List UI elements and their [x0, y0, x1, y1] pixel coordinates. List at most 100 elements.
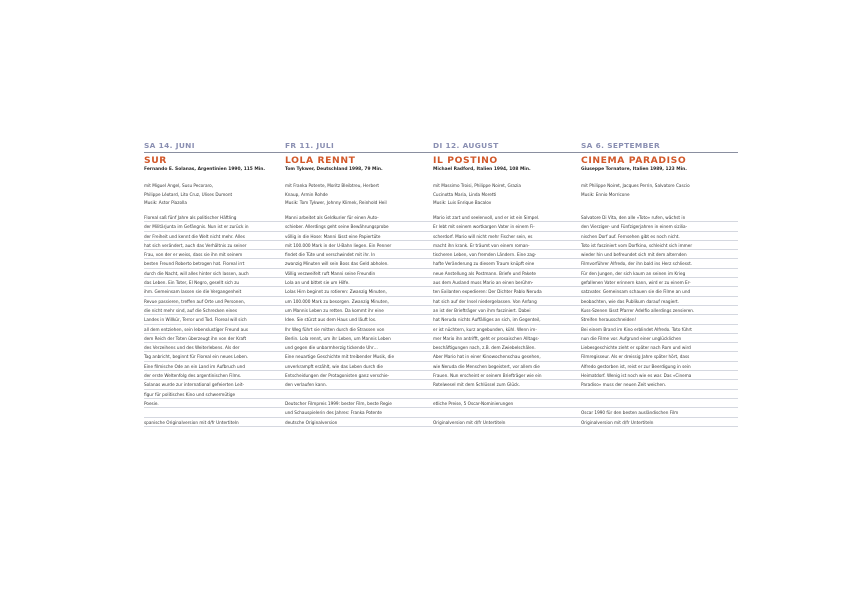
- film-description-cinema-paradiso: Salvatore Di Vita, den alle «Toto» rufen…: [581, 213, 738, 427]
- description-line: Deutscher Filmpreis 1999: bester Film, b…: [285, 399, 435, 409]
- film-column-lola-rennt: FR 11. JULI LOLA RENNT Tom Tykwer, Deuts…: [285, 140, 419, 208]
- film-column-sur: SA 14. JUNI SUR Fernando E. Solanas, Arg…: [144, 140, 278, 208]
- screening-date: SA 6. SEPTEMBER: [581, 141, 660, 150]
- description-line: Mario ist zart und seelenvoll, und er is…: [433, 213, 583, 223]
- description-line: Originalversion mit d/fr Untertiteln: [581, 418, 738, 427]
- description-line: nischen Dorf auf. Fernsehen gibt es noch…: [581, 232, 738, 241]
- description-line: spanische Originalversion mit d/fr Unter…: [144, 418, 294, 427]
- description-line: etliche Preise, 5 Oscar-Nominierungen: [433, 399, 583, 409]
- description-line: Poesie.: [144, 399, 294, 409]
- film-description-il-postino: Mario ist zart und seelenvoll, und er is…: [433, 213, 583, 427]
- description-line: um Mannis Leben zu retten. Da kommt ihr …: [285, 306, 435, 316]
- description-line: neue Anstellung als Postmann. Briefe und…: [433, 269, 583, 279]
- description-line: Bei einem Brand im Kino erblindet Alfred…: [581, 325, 738, 334]
- screening-date: FR 11. JULI: [285, 141, 335, 150]
- description-line: hat Neruda nichts Auffälliges an sich, i…: [433, 315, 583, 325]
- description-line: [581, 390, 738, 399]
- description-line: die nicht mehr sind, auf die Schrecken e…: [144, 306, 294, 316]
- description-line: Solanas wurde zur international gefeiert…: [144, 380, 294, 390]
- description-line: Eine filmische Ode an ein Land im Aufbru…: [144, 362, 294, 372]
- film-meta: Tom Tykwer, Deutschland 1998, 79 Min.: [285, 167, 383, 172]
- description-line: Völlig verzweifelt ruft Manni seine Freu…: [285, 269, 435, 279]
- film-description-sur: Floreal saß fünf Jahre als politischer H…: [144, 213, 294, 427]
- description-line: Paradiso» muss der neuen Zeit weichen.: [581, 380, 738, 390]
- film-meta: Giuseppe Tornatore, Italien 1989, 123 Mi…: [581, 167, 687, 172]
- film-description-lola-rennt: Manni arbeitet als Geldkurier für einen …: [285, 213, 435, 427]
- description-line: gefallenen Vater erinnern kann, wird er …: [581, 278, 738, 288]
- description-line: hafte Veränderung zu diesem Traum knüpft…: [433, 259, 583, 269]
- description-line: zwanzig Minuten will sein Boss das Geld …: [285, 259, 435, 269]
- film-title: LOLA RENNT: [285, 155, 356, 166]
- description-line: den verlaufen kann.: [285, 380, 435, 390]
- description-line: und gegen die unbarmherzig tickende Uhr…: [285, 343, 435, 353]
- film-column-cinema-paradiso: SA 6. SEPTEMBER CINEMA PARADISO Giuseppe…: [581, 140, 715, 199]
- description-line: Revue passieren, treffen auf Orte und Pe…: [144, 297, 294, 306]
- description-line: Eine neuartige Geschichte mit treibender…: [285, 352, 435, 362]
- description-line: Landes in Willkür, Terror und Tod. Flore…: [144, 315, 294, 325]
- film-credits: mit Massimo Troisi, Philippe Noiret, Gra…: [433, 182, 567, 208]
- description-line: beobachten, wie das Publikum darauf reag…: [581, 297, 738, 306]
- description-line: Ihr Weg führt sie mitten durch die Stras…: [285, 325, 435, 334]
- film-credits: mit Miguel Angel, Susu Pecoraro, Philipp…: [144, 182, 278, 208]
- description-line: Aber Mario hat in einer Kinowochenschau …: [433, 352, 583, 362]
- description-line: der erste Weltenfolg des argentinischen …: [144, 371, 294, 381]
- description-line: [144, 408, 294, 418]
- credit-line: Knaup, Armin Rohde: [285, 191, 328, 197]
- credit-line: mit Franka Potente, Moritz Bleibtreu, He…: [285, 183, 380, 188]
- description-line: der Militärjunta im Gefängnis. Nun ist e…: [144, 222, 294, 232]
- description-line: Entscheidungen der Protagonisten ganz ve…: [285, 371, 435, 381]
- credit-line: Musik: Astor Piazolla: [144, 200, 187, 206]
- credit-line: mit Philippe Noiret, Jacques Perrin, Sal…: [581, 183, 690, 188]
- description-line: er ist nüchtern, kurz angebunden, kühl. …: [433, 325, 583, 334]
- description-line: deutsche Originalversion: [285, 418, 435, 427]
- description-line: Idee. Sie stürzt aus dem Haus und läuft …: [285, 315, 435, 325]
- description-line: Filmregisseur. Als er dreissig Jahre spä…: [581, 352, 738, 362]
- description-line: Streifen herausschneiden!: [581, 315, 738, 325]
- description-line: scherdorf. Mario will nicht mehr Fischer…: [433, 232, 583, 241]
- description-line: Manni arbeitet als Geldkurier für einen …: [285, 213, 435, 223]
- description-line: hat sich verändert, auch das Verhältnis …: [144, 241, 294, 251]
- description-line: Originalversion mit d/fr Untertiteln: [433, 418, 583, 427]
- description-line: um 100.000 Mark zu besorgen. Zwanzig Min…: [285, 297, 435, 306]
- description-line: [433, 390, 583, 399]
- credit-line: mit Massimo Troisi, Philippe Noiret, Gra…: [433, 183, 521, 188]
- description-line: und Schauspielerin des Jahres: Franka Po…: [285, 408, 435, 418]
- description-line: ihm. Gemeinsam lassen sie die Vergangenh…: [144, 287, 294, 297]
- credit-line: Musik: Tom Tykwer, Johnny Klimek, Reinho…: [285, 200, 387, 206]
- description-line: Tag anbricht, beginnt für Floreal ein ne…: [144, 352, 294, 362]
- description-line: Für den Jungen, der sich kaum an seinen …: [581, 269, 738, 279]
- description-line: Filmvorführer Alfredo, der ihn bald ins …: [581, 259, 738, 269]
- description-line: Liebesgeschichte zieht er später nach Ro…: [581, 343, 738, 353]
- description-line: figur für politisches Kino und schwermüt…: [144, 390, 294, 399]
- screening-date: SA 14. JUNI: [144, 141, 195, 150]
- film-credits: mit Franka Potente, Moritz Bleibtreu, He…: [285, 182, 419, 208]
- film-column-il-postino: DI 12. AUGUST IL POSTINO Michael Radford…: [433, 140, 567, 208]
- description-line: Er lebt mit seinem wortkargen Vater in e…: [433, 222, 583, 232]
- description-line: findet die Tüte und verschwindet mit ihr…: [285, 250, 435, 260]
- description-line: beschäftigungen nach, z.B. dem Zwiebelsc…: [433, 343, 583, 353]
- description-line: nun die Filme vor. Aufgrund einer unglüc…: [581, 334, 738, 344]
- description-line: völlig in die Hose: Manni lässt eine Pap…: [285, 232, 435, 241]
- description-line: all dem entziehen, sein lebenslustiger F…: [144, 325, 294, 334]
- description-line: ten Exilanten expedieren: Der Dichter Pa…: [433, 287, 583, 297]
- description-line: Oscar 1990 für den besten ausländischen …: [581, 408, 738, 418]
- description-line: [433, 408, 583, 418]
- credit-line: Cucinotta Maria, Linda Moretti: [433, 191, 497, 197]
- description-line: satzvater. Gemeinsam schauen sie die Fil…: [581, 287, 738, 297]
- film-title: IL POSTINO: [433, 155, 498, 166]
- description-line: [581, 399, 738, 409]
- credit-line: Philippe Léotard, Lito Cruz, Ulises Dumo…: [144, 191, 233, 197]
- program-sheet: SA 14. JUNI SUR Fernando E. Solanas, Arg…: [0, 0, 842, 595]
- description-line: aus dem Ausland muss Mario an einen berü…: [433, 278, 583, 288]
- description-line: Salvatore Di Vita, den alle «Toto» rufen…: [581, 213, 738, 223]
- description-line: Lolas Hirn beginnt zu rotieren: Zwanzig …: [285, 287, 435, 297]
- description-line: macht ihn krank. Er träumt von einem rom…: [433, 241, 583, 251]
- description-line: besten Freund Roberto betrogen hat. Flor…: [144, 259, 294, 269]
- description-line: [285, 390, 435, 399]
- description-line: Alfredo gestorben ist, reist er zur Beer…: [581, 362, 738, 372]
- description-line: Kuss-Szenen lässt Pfarrer Adelfio allerd…: [581, 306, 738, 316]
- credit-line: mit Miguel Angel, Susu Pecoraro,: [144, 183, 214, 188]
- film-meta: Michael Radford, Italien 1994, 108 Min.: [433, 167, 531, 172]
- description-line: unverkrampft erzählt, wie das Leben durc…: [285, 362, 435, 372]
- description-line: Heimatdorf. Wenig ist noch wie es war. D…: [581, 371, 738, 381]
